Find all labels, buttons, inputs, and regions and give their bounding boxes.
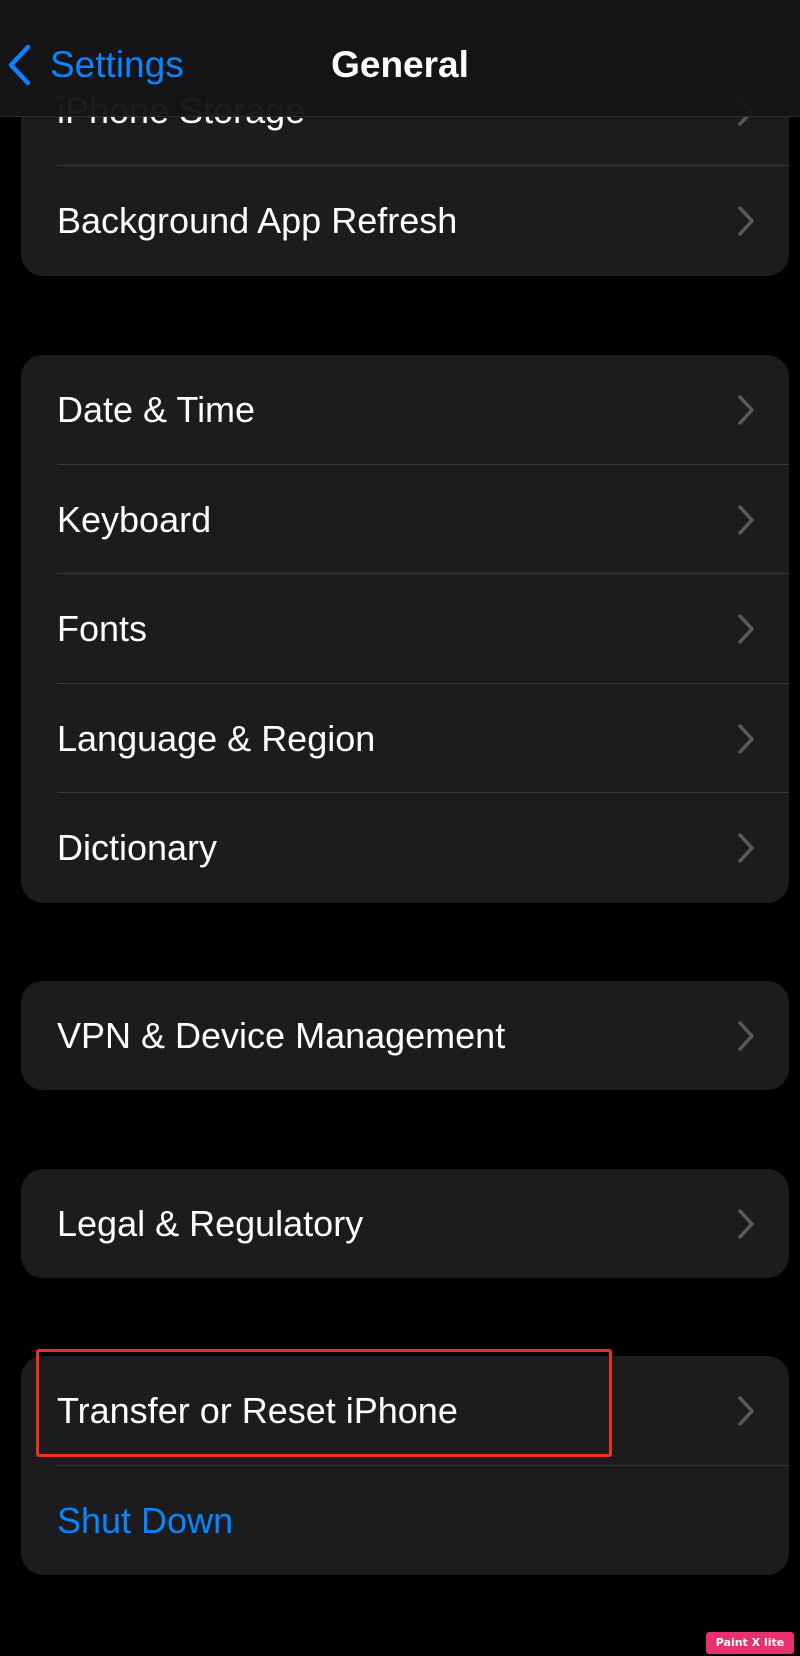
chevron-right-icon	[738, 1209, 754, 1239]
localization-group: Date & Time Keyboard Fonts Language & Re…	[21, 355, 789, 903]
row-label: Keyboard	[57, 499, 212, 540]
chevron-right-icon	[738, 833, 754, 863]
chevron-right-icon	[738, 206, 754, 236]
shut-down-label: Shut Down	[57, 1500, 234, 1541]
row-label: Transfer or Reset iPhone	[57, 1390, 458, 1431]
navigation-bar: Settings General	[0, 0, 800, 117]
row-fonts[interactable]: Fonts	[21, 574, 789, 684]
row-dictionary[interactable]: Dictionary	[21, 793, 789, 903]
row-label: Dictionary	[57, 827, 218, 868]
page-title: General	[331, 44, 469, 85]
chevron-right-icon	[738, 395, 754, 425]
row-label: Legal & Regulatory	[57, 1203, 364, 1244]
chevron-right-icon	[738, 614, 754, 644]
watermark-logo: Paint X lite	[706, 1632, 794, 1654]
chevron-right-icon	[738, 724, 754, 754]
row-keyboard[interactable]: Keyboard	[21, 465, 789, 574]
settings-scroll-view[interactable]: iPhone Storage Background App Refresh Da…	[0, 0, 800, 1656]
row-label: Background App Refresh	[57, 200, 458, 241]
chevron-right-icon	[738, 1021, 754, 1051]
row-transfer-reset-iphone[interactable]: Transfer or Reset iPhone	[21, 1356, 789, 1466]
row-legal-regulatory[interactable]: Legal & Regulatory	[21, 1169, 789, 1278]
legal-group: Legal & Regulatory	[21, 1169, 789, 1278]
chevron-right-icon	[738, 1396, 754, 1426]
row-background-app-refresh[interactable]: Background App Refresh	[21, 166, 789, 276]
row-label: VPN & Device Management	[57, 1015, 506, 1056]
row-label: Date & Time	[57, 389, 256, 430]
row-vpn-device-management[interactable]: VPN & Device Management	[21, 981, 789, 1090]
row-label: Fonts	[57, 608, 148, 649]
vpn-group: VPN & Device Management	[21, 981, 789, 1090]
row-language-region[interactable]: Language & Region	[21, 684, 789, 793]
row-label: Language & Region	[57, 718, 376, 759]
row-date-time[interactable]: Date & Time	[21, 355, 789, 465]
reset-group: Transfer or Reset iPhone Shut Down	[21, 1356, 789, 1575]
row-shut-down[interactable]: Shut Down	[21, 1466, 789, 1575]
chevron-right-icon	[738, 505, 754, 535]
